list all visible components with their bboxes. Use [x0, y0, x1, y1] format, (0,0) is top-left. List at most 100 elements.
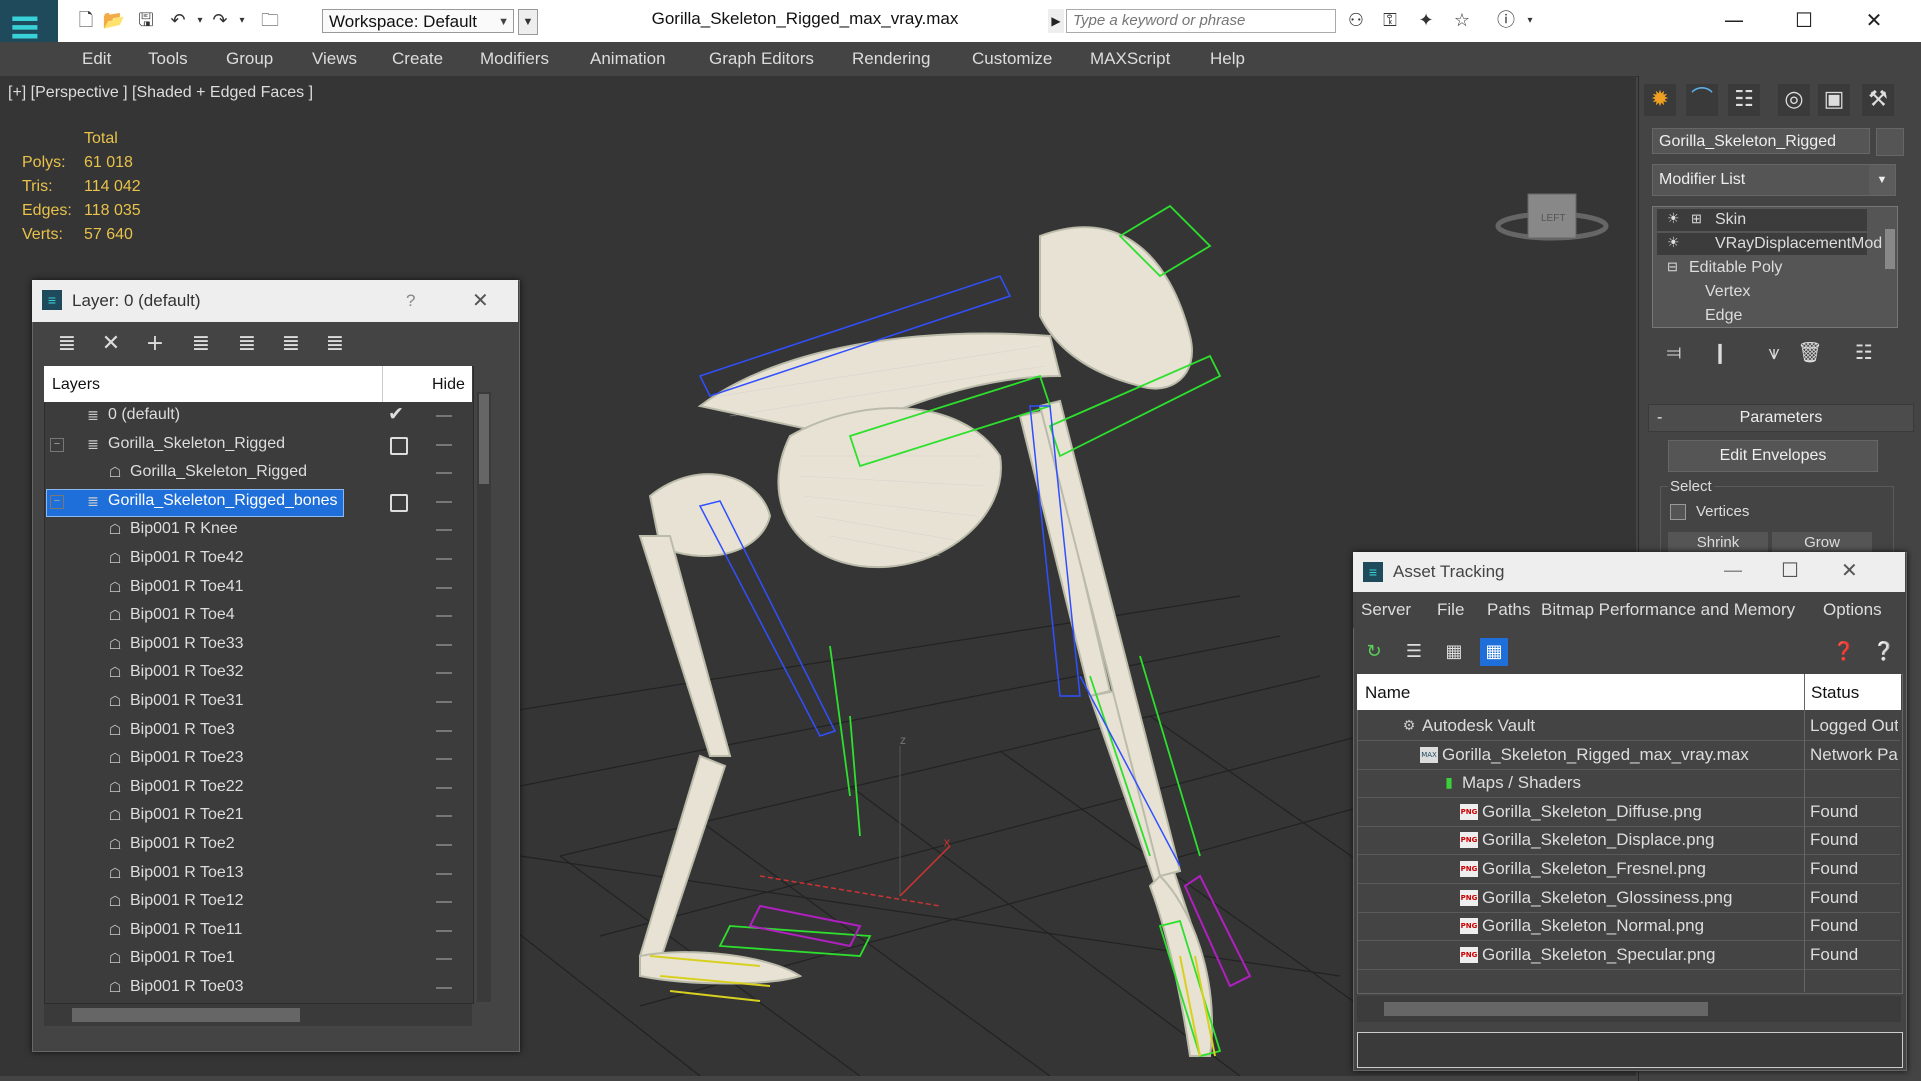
layer-row[interactable]: ≣ 0 (default) ✔: [44, 402, 472, 430]
menu-animation[interactable]: Animation: [590, 49, 666, 69]
hide-toggle[interactable]: [436, 529, 452, 532]
utilities-tab-icon[interactable]: ⚒: [1862, 84, 1894, 116]
asset-row[interactable]: MAX Gorilla_Skeleton_Rigged_max_vray.max N…: [1358, 741, 1900, 770]
set-current-layer-icon[interactable]: ≣: [276, 330, 306, 358]
lightbulb-icon[interactable]: ☀: [1667, 211, 1680, 227]
hide-toggle[interactable]: [436, 958, 452, 961]
menu-customize[interactable]: Customize: [972, 49, 1052, 69]
minimize-icon[interactable]: —: [1723, 558, 1743, 582]
layer-properties-icon[interactable]: ≣: [320, 330, 350, 358]
hide-toggle[interactable]: [436, 815, 452, 818]
hide-toggle[interactable]: [436, 786, 452, 789]
stack-item-edge[interactable]: Edge: [1705, 307, 1742, 325]
collapse-icon[interactable]: ⊟: [1667, 259, 1678, 275]
object-color-swatch[interactable]: [1876, 128, 1904, 156]
asset-path-field[interactable]: [1357, 1032, 1903, 1068]
save-file-icon[interactable]: 🖫: [134, 9, 158, 33]
menu-edit[interactable]: Edit: [82, 49, 111, 69]
redo-dropdown-icon[interactable]: ▾: [230, 9, 254, 33]
gorilla-skeleton-mesh[interactable]: [638, 226, 1213, 1057]
hide-toggle[interactable]: [436, 500, 452, 503]
layer-panel-header[interactable]: ≡ Layer: 0 (default) ? ✕: [32, 280, 518, 322]
layer-row[interactable]: ☖ Bip001 R Toe11: [44, 917, 472, 945]
layer-create-icon[interactable]: ≣: [52, 330, 82, 358]
asset-row[interactable]: PNG Gorilla_Skeleton_Diffuse.png Found: [1358, 798, 1900, 827]
layer-row[interactable]: ☖ Gorilla_Skeleton_Rigged: [44, 459, 472, 487]
redo-icon[interactable]: ↷: [208, 9, 232, 33]
show-end-result-icon[interactable]: ❙: [1706, 338, 1734, 366]
layer-toggle-checkbox[interactable]: [390, 436, 408, 455]
hide-toggle[interactable]: [436, 672, 452, 675]
menu-create[interactable]: Create: [392, 49, 443, 69]
layer-row[interactable]: − ≣ Gorilla_Skeleton_Rigged_bones: [44, 488, 472, 517]
edit-envelopes-button[interactable]: Edit Envelopes: [1668, 440, 1878, 472]
hide-toggle[interactable]: [436, 643, 452, 646]
minimize-icon[interactable]: —: [1714, 4, 1754, 36]
layer-horizontal-scroll-thumb[interactable]: [72, 1008, 300, 1022]
new-file-icon[interactable]: 🗋: [74, 9, 98, 33]
pin-stack-icon[interactable]: ⫤: [1660, 338, 1688, 366]
shrink-button[interactable]: Shrink: [1668, 532, 1768, 554]
vertices-checkbox[interactable]: [1670, 504, 1686, 520]
layer-row[interactable]: ☖ Bip001 R Toe21: [44, 802, 472, 830]
stack-item-editable-poly[interactable]: Editable Poly: [1689, 259, 1782, 277]
hide-toggle[interactable]: [436, 443, 452, 446]
select-in-layer-icon[interactable]: ≣: [186, 330, 216, 358]
layer-row[interactable]: ☖ Bip001 R Toe13: [44, 860, 472, 888]
menu-file[interactable]: File: [1437, 600, 1464, 620]
create-tab-icon[interactable]: ✹: [1644, 84, 1676, 116]
hide-toggle[interactable]: [436, 758, 452, 761]
asset-row[interactable]: ▮ Maps / Shaders: [1358, 769, 1900, 799]
menu-views[interactable]: Views: [312, 49, 357, 69]
layer-row[interactable]: ☖ Bip001 R Toe12: [44, 888, 472, 916]
display-tab-icon[interactable]: ▣: [1818, 84, 1850, 116]
binoculars-icon[interactable]: ⚇: [1344, 9, 1368, 33]
hide-toggle[interactable]: [436, 872, 452, 875]
menu-bitmap-performance[interactable]: Bitmap Performance and Memory: [1541, 600, 1795, 620]
hide-toggle[interactable]: [436, 929, 452, 932]
undo-icon[interactable]: ↶: [166, 9, 190, 33]
hide-toggle[interactable]: [436, 615, 452, 618]
layer-row[interactable]: ☖ Bip001 R Toe23: [44, 745, 472, 773]
remove-modifier-icon[interactable]: 🗑: [1796, 338, 1824, 366]
hide-toggle[interactable]: [436, 558, 452, 560]
close-icon[interactable]: ✕: [1854, 4, 1894, 36]
expand-icon[interactable]: ⊞: [1691, 211, 1702, 227]
menu-rendering[interactable]: Rendering: [852, 49, 930, 69]
asset-row[interactable]: PNG Gorilla_Skeleton_Glossiness.png Found: [1358, 884, 1900, 913]
stack-item-vertex[interactable]: Vertex: [1705, 283, 1750, 301]
help-icon[interactable]: ❓: [1830, 638, 1858, 666]
list-view-icon[interactable]: ☰: [1400, 638, 1428, 666]
asset-row[interactable]: PNG Gorilla_Skeleton_Normal.png Found: [1358, 912, 1900, 942]
menu-maxscript[interactable]: MAXScript: [1090, 49, 1170, 69]
help-button[interactable]: ?: [406, 291, 415, 311]
hide-toggle[interactable]: [436, 901, 452, 904]
asset-row[interactable]: PNG Gorilla_Skeleton_Fresnel.png Found: [1358, 855, 1900, 884]
menu-group[interactable]: Group: [226, 49, 273, 69]
modifier-stack[interactable]: ☀ ⊞ Skin ☀ VRayDisplacementMod ⊟ Editabl…: [1652, 206, 1898, 328]
hide-toggle[interactable]: [436, 586, 452, 589]
asset-tracking-header[interactable]: ≡ Asset Tracking — ☐ ✕: [1353, 552, 1905, 592]
menu-graph-editors[interactable]: Graph Editors: [709, 49, 814, 69]
help-dropdown-icon[interactable]: ▾: [1518, 9, 1542, 33]
stack-scrollbar[interactable]: [1885, 229, 1895, 269]
workspace-dropdown[interactable]: Workspace: Default ▼: [322, 9, 514, 33]
column-name[interactable]: Name: [1365, 683, 1410, 703]
maximize-icon[interactable]: ☐: [1784, 4, 1824, 36]
parameters-rollout-header[interactable]: - Parameters: [1648, 404, 1914, 432]
help-icon[interactable]: ⓘ: [1494, 9, 1518, 33]
search-expand-icon[interactable]: ▶: [1048, 9, 1064, 33]
delete-icon[interactable]: ✕: [96, 330, 126, 358]
collapse-icon[interactable]: −: [50, 494, 64, 509]
layer-row[interactable]: ☖ Bip001 R Toe42: [44, 545, 472, 573]
motion-tab-icon[interactable]: ◎: [1778, 84, 1810, 116]
layer-row[interactable]: ☖ Bip001 R Toe1: [44, 945, 472, 973]
viewport-label[interactable]: [+] [Perspective ] [Shaded + Edged Faces…: [8, 84, 313, 102]
layer-row[interactable]: − ≣ Gorilla_Skeleton_Rigged: [44, 431, 472, 459]
project-folder-icon[interactable]: 🗀: [258, 9, 282, 33]
layer-row[interactable]: ☖ Bip001 R Toe22: [44, 774, 472, 802]
hide-toggle[interactable]: [436, 701, 452, 703]
key-icon[interactable]: ⚿: [1378, 9, 1402, 33]
object-name-field[interactable]: Gorilla_Skeleton_Rigged: [1652, 128, 1870, 154]
close-icon[interactable]: ✕: [472, 288, 489, 312]
